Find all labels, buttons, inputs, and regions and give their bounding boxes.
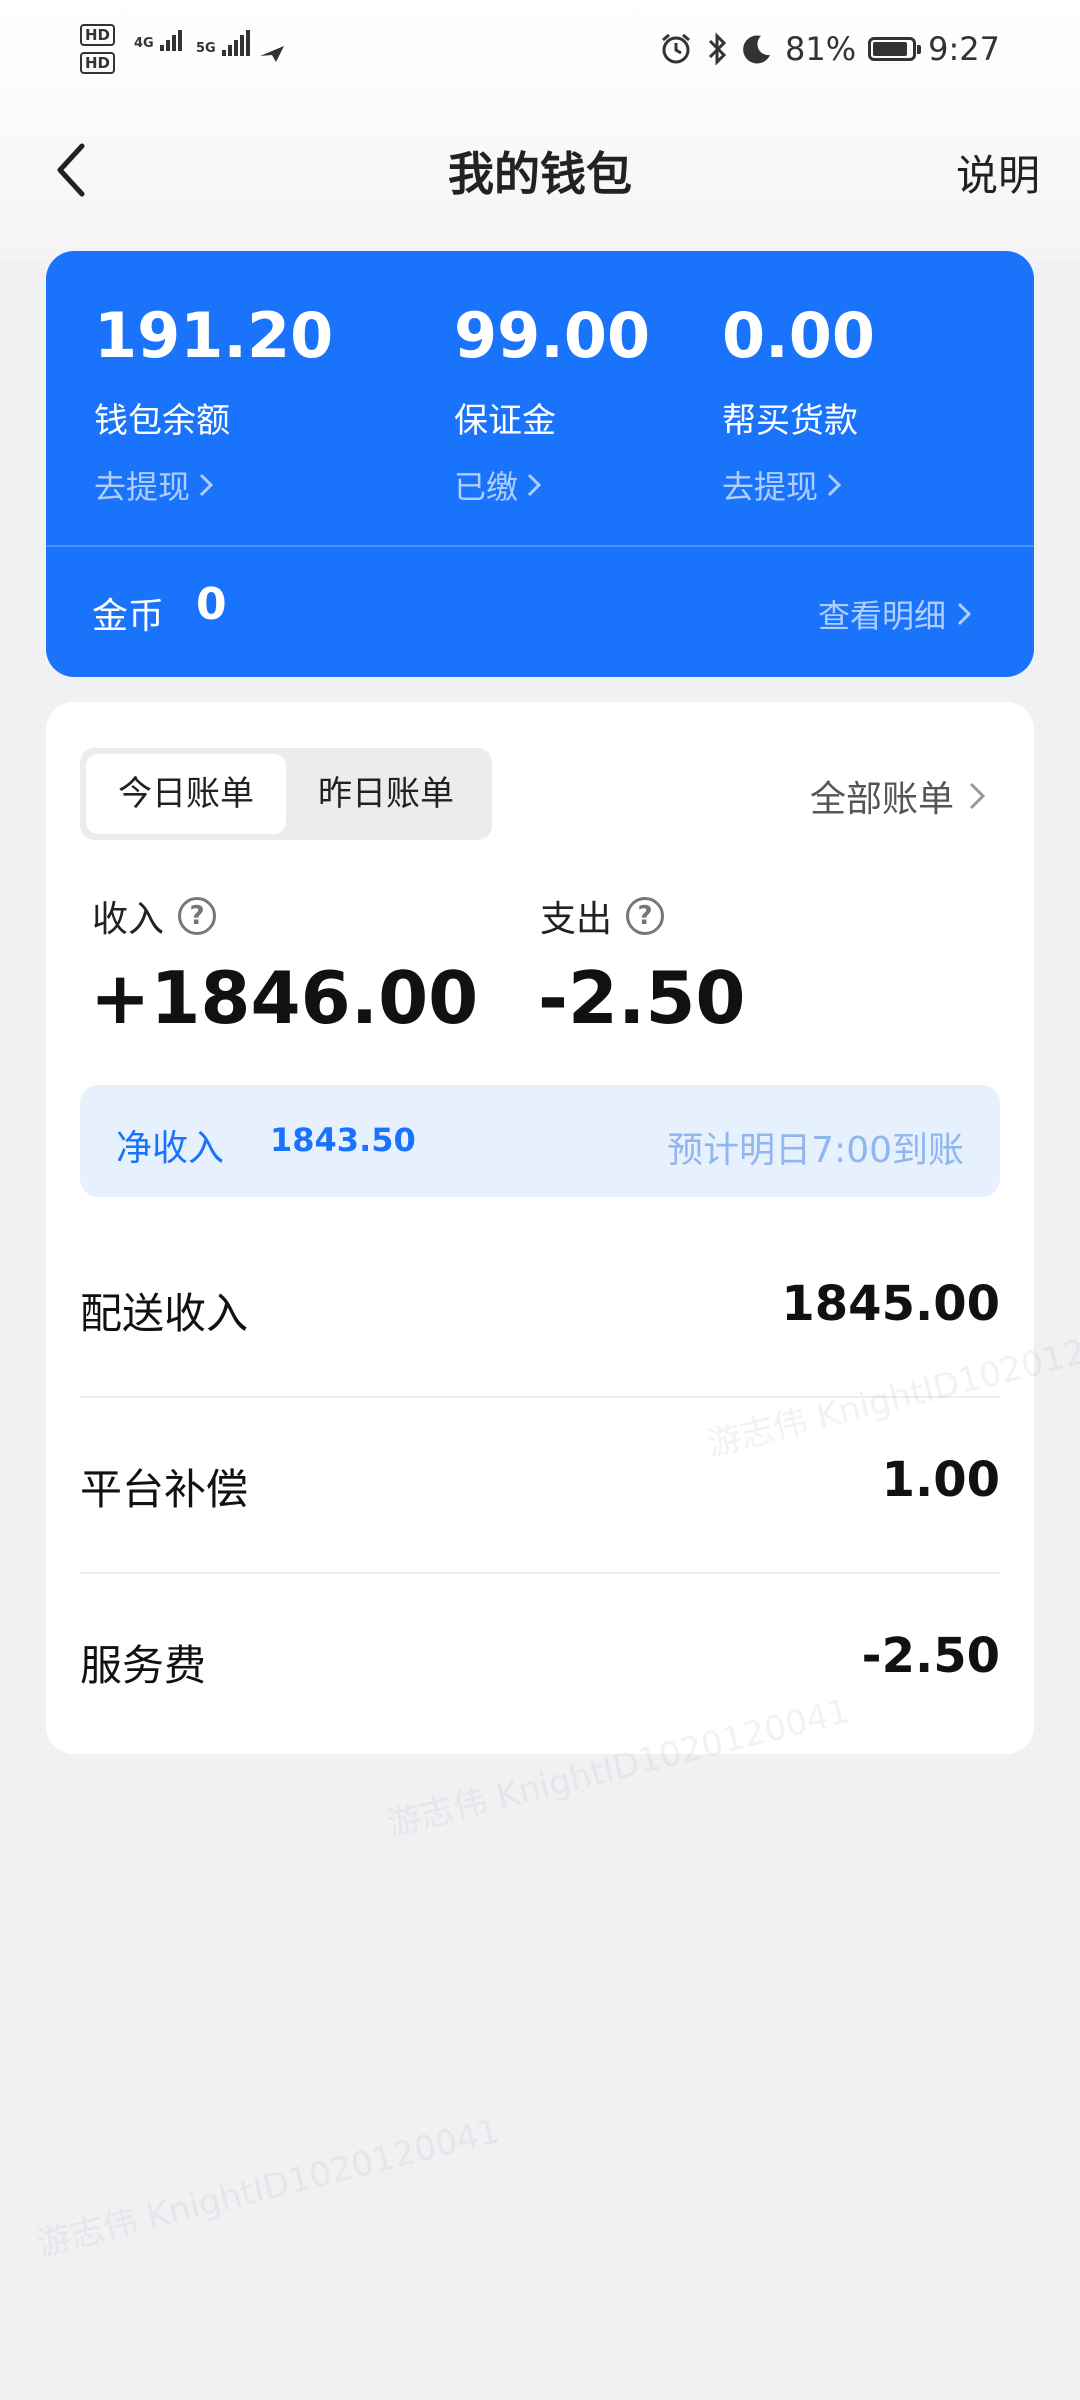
expense-label: 支出 [540,899,613,940]
withdraw-link[interactable]: 去提现 [94,462,333,508]
all-bills-label: 全部账单 [809,779,954,820]
chevron-right-icon [199,473,214,497]
item-name: 平台补偿 [80,1465,249,1514]
bill-card: 今日账单 昨日账单 全部账单 收入 ? +1846.00 支出 ? -2.50 … [46,702,1034,1754]
item-name: 配送收入 [80,1289,249,1338]
expense-value: -2.50 [538,956,746,1040]
item-value: 1.00 [881,1452,1000,1508]
net-income-label: 净收入 [116,1128,225,1169]
withdraw-label: 去提现 [94,468,191,506]
purchase-label: 帮买货款 [722,401,858,441]
view-details-label: 查看明细 [817,597,946,635]
sim2-label: 5G [196,41,216,56]
moon-icon [743,35,771,64]
coins-value: 0 [196,579,227,630]
list-item: 平台补偿 1.00 [80,1398,1000,1574]
balance-section: 191.20 钱包余额 去提现 [94,301,333,508]
purchase-withdraw-link[interactable]: 去提现 [722,462,875,508]
wallet-divider [46,545,1034,547]
item-value: -2.50 [861,1628,1000,1684]
net-income-eta: 预计明日7:00到账 [667,1130,964,1171]
chevron-right-icon [527,473,542,497]
balance-amount: 191.20 [94,299,334,372]
bill-tabs: 今日账单 昨日账单 [80,748,492,840]
chevron-right-icon [957,602,972,626]
battery-icon [868,37,922,61]
hd1-badge: HD [80,24,116,46]
airplane-icon [260,46,284,62]
sim1-signal-icon: 4G [134,30,183,51]
list-item: 配送收入 1845.00 [80,1222,1000,1398]
sim1-label: 4G [134,36,154,51]
net-income-banner: 净收入 1843.50 预计明日7:00到账 [80,1085,1000,1197]
watermark: 游志伟 KnightID1020120041 [33,2111,504,2265]
net-income-value: 1843.50 [270,1121,416,1159]
wallet-card: 191.20 钱包余额 去提现 99.00 保证金 已缴 0.00 帮买货款 去… [46,251,1034,677]
income-label: 收入 [92,899,165,940]
page-title: 我的钱包 [448,147,632,201]
income-value: +1846.00 [90,956,479,1040]
view-details-link[interactable]: 查看明细 [818,591,972,637]
deposit-section: 99.00 保证金 已缴 [454,301,650,508]
purchase-amount: 0.00 [722,299,875,372]
help-button[interactable]: 说明 [956,142,1040,203]
tab-today[interactable]: 今日账单 [86,754,286,834]
item-name: 服务费 [80,1641,207,1690]
sim2-signal-icon: 5G [196,30,251,56]
item-value: 1845.00 [781,1276,1000,1332]
purchase-section: 0.00 帮买货款 去提现 [722,301,875,508]
chevron-right-icon [969,782,986,810]
expense-header: 支出 ? [540,890,665,942]
deposit-label: 保证金 [454,401,556,441]
tab-yesterday[interactable]: 昨日账单 [286,754,486,834]
income-header: 收入 ? [92,890,217,942]
deposit-amount: 99.00 [454,299,651,372]
clock-time: 9:27 [928,30,1000,68]
purchase-withdraw-label: 去提现 [722,468,819,506]
hd2-badge: HD [80,52,116,74]
battery-percent: 81% [785,30,857,68]
deposit-status: 已缴 [454,468,519,506]
balance-label: 钱包余额 [94,401,230,441]
bluetooth-icon [708,32,727,66]
status-bar: HD HD 4G 5G 81% 9:27 [0,0,1080,110]
alarm-icon [662,33,690,64]
expense-help-icon[interactable]: ? [626,897,665,935]
chevron-right-icon [827,473,842,497]
all-bills-link[interactable]: 全部账单 [810,770,986,822]
deposit-status-link[interactable]: 已缴 [454,462,650,508]
status-right: 81% 9:27 [659,30,1000,68]
list-item: 服务费 -2.50 [80,1574,1000,1750]
network-indicators: HD HD [80,24,119,80]
income-help-icon[interactable]: ? [178,897,217,935]
coins-label: 金币 [92,596,165,637]
